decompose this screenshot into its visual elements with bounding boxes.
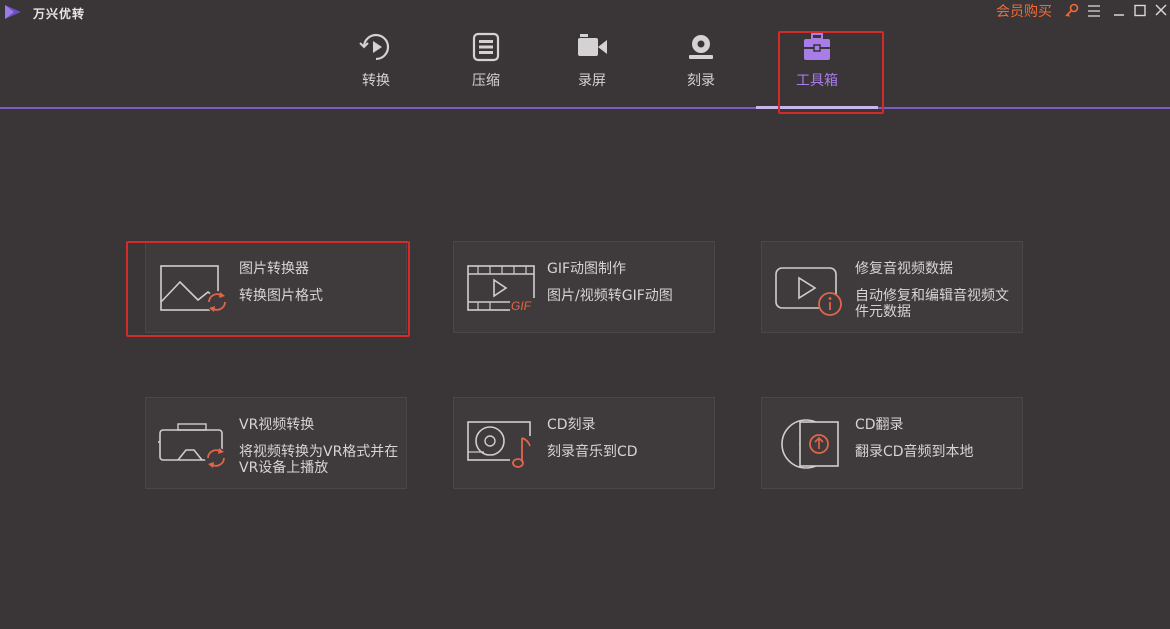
app-name: 万兴优转 — [33, 7, 86, 21]
tool-card-vr-convert[interactable]: VR视频转换 将视频转换为VR格式并在VR设备上播放 — [145, 397, 407, 489]
tool-card-metadata-fix[interactable]: 修复音视频数据 自动修复和编辑音视频文件元数据 — [761, 241, 1023, 333]
metadata-fix-icon — [775, 267, 842, 316]
cd-rip-icon — [781, 419, 839, 469]
tab-toolbox[interactable]: 工具箱 — [777, 32, 857, 104]
close-icon[interactable] — [1152, 2, 1170, 20]
tab-convert[interactable]: 转换 — [336, 32, 416, 104]
cd-burn-icon — [467, 421, 532, 470]
maximize-icon[interactable] — [1131, 2, 1149, 20]
convert-icon — [359, 33, 390, 61]
tool-description: 自动修复和编辑音视频文件元数据 — [855, 288, 1009, 320]
image-convert-icon — [160, 265, 228, 313]
tool-card-image-converter[interactable]: 图片转换器 转换图片格式 — [145, 241, 407, 333]
tool-title: 修复音视频数据 — [855, 261, 953, 277]
tool-title: CD刻录 — [547, 417, 596, 433]
nav-divider — [0, 107, 1170, 109]
active-tab-indicator — [756, 106, 878, 109]
tab-compress-label: 压缩 — [472, 73, 500, 89]
menu-icon[interactable] — [1085, 2, 1103, 20]
tab-burn[interactable]: 刻录 — [661, 32, 741, 104]
key-icon[interactable] — [1063, 2, 1081, 20]
tab-record-screen-label: 录屏 — [578, 73, 606, 89]
tool-title: CD翻录 — [855, 417, 904, 433]
tab-toolbox-label: 工具箱 — [796, 73, 838, 89]
tab-compress[interactable]: 压缩 — [446, 32, 526, 104]
vr-convert-icon — [158, 423, 227, 469]
main-nav: 转换 压缩 录屏 刻录 工具箱 — [0, 24, 1170, 108]
tool-title: VR视频转换 — [239, 417, 315, 433]
tool-description: 将视频转换为VR格式并在VR设备上播放 — [239, 444, 399, 476]
minimize-icon[interactable] — [1110, 2, 1128, 20]
compress-icon — [472, 32, 500, 62]
tool-card-cd-rip[interactable]: CD翻录 翻录CD音频到本地 — [761, 397, 1023, 489]
tool-description: 刻录音乐到CD — [547, 444, 638, 460]
app-logo-icon — [5, 5, 21, 19]
tool-card-cd-burn[interactable]: CD刻录 刻录音乐到CD — [453, 397, 715, 489]
tool-card-gif-maker[interactable]: GIF GIF动图制作 图片/视频转GIF动图 — [453, 241, 715, 333]
tool-description: 翻录CD音频到本地 — [855, 444, 974, 460]
tool-title: 图片转换器 — [239, 261, 309, 277]
tool-title: GIF动图制作 — [547, 261, 627, 277]
tool-description: 转换图片格式 — [239, 288, 323, 304]
title-bar: 万兴优转 会员购买 — [0, 0, 1170, 24]
record-screen-icon — [578, 34, 607, 56]
svg-text:GIF: GIF — [511, 299, 532, 313]
tool-description: 图片/视频转GIF动图 — [547, 288, 673, 304]
tab-convert-label: 转换 — [362, 73, 390, 89]
tab-record-screen[interactable]: 录屏 — [552, 32, 632, 104]
tab-burn-label: 刻录 — [687, 73, 715, 89]
toolbox-icon — [804, 33, 830, 60]
burn-icon — [689, 35, 713, 59]
gif-maker-icon: GIF — [467, 265, 536, 313]
vip-purchase-link[interactable]: 会员购买 — [996, 1, 1052, 21]
